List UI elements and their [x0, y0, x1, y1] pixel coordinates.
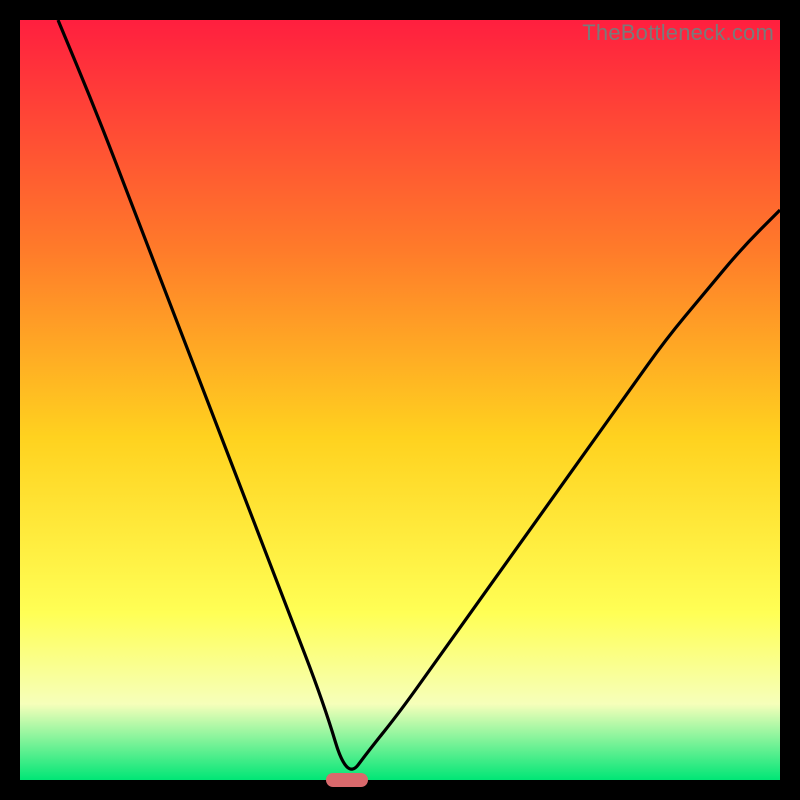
gradient-background: [20, 20, 780, 780]
optimal-marker: [326, 773, 368, 787]
chart-frame: TheBottleneck.com: [20, 20, 780, 780]
watermark-text: TheBottleneck.com: [582, 20, 774, 46]
bottleneck-chart: [20, 20, 780, 780]
